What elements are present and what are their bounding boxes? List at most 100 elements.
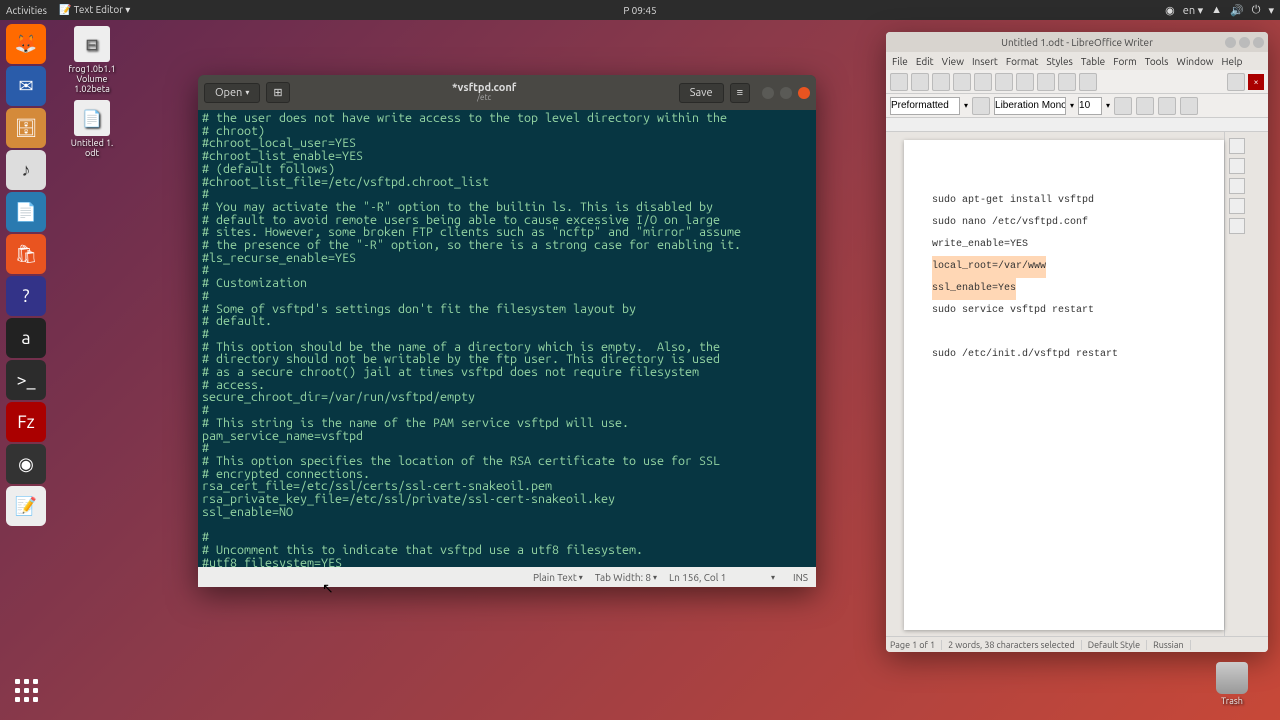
menu-format[interactable]: Format — [1006, 56, 1039, 67]
insert-mode[interactable] — [771, 573, 781, 582]
clock[interactable]: P 09:45 — [623, 5, 656, 16]
activities-button[interactable]: Activities — [6, 5, 47, 16]
usb-icon: ⊟ — [74, 26, 110, 62]
menu-tools[interactable]: Tools — [1145, 56, 1169, 67]
lo-titlebar: Untitled 1.odt - LibreOffice Writer — [886, 32, 1268, 52]
copy-icon[interactable] — [1016, 73, 1034, 91]
menu-styles[interactable]: Styles — [1046, 56, 1072, 67]
doc-line: sudo service vsftpd restart — [932, 300, 1208, 322]
launcher-firefox[interactable]: 🦊 — [6, 24, 46, 64]
maximize-button[interactable] — [780, 87, 792, 99]
launcher-writer[interactable]: 📄 — [6, 192, 46, 232]
save-icon[interactable] — [932, 73, 950, 91]
app-menu[interactable]: 📝 Text Editor ▾ — [59, 4, 130, 16]
font-name-select[interactable] — [994, 97, 1066, 115]
launcher-amazon[interactable]: a — [6, 318, 46, 358]
launcher-terminal[interactable]: >_ — [6, 360, 46, 400]
launcher-files[interactable]: 🗄 — [6, 108, 46, 148]
system-menu-icon[interactable]: ▾ — [1268, 4, 1274, 17]
italic-icon[interactable] — [1136, 97, 1154, 115]
strike-icon[interactable] — [1180, 97, 1198, 115]
print-icon[interactable] — [974, 73, 992, 91]
page-style[interactable]: Default Style — [1088, 640, 1147, 650]
new-tab-button[interactable]: ⊞ — [266, 82, 289, 103]
save-button[interactable]: Save — [679, 83, 724, 103]
lo-menubar[interactable]: File Edit View Insert Format Styles Table Form T… — [886, 52, 1268, 70]
launcher-obs[interactable]: ◉ — [6, 444, 46, 484]
new-icon[interactable] — [890, 73, 908, 91]
close-button[interactable] — [798, 87, 810, 99]
lo-statusbar: Page 1 of 1 2 words, 38 characters selec… — [886, 636, 1268, 652]
bold-icon[interactable] — [1114, 97, 1132, 115]
obs-indicator-icon[interactable]: ◉ — [1165, 4, 1175, 17]
syntax-selector[interactable]: Plain Text — [533, 572, 583, 583]
cut-icon[interactable] — [995, 73, 1013, 91]
trash-icon[interactable]: Trash — [1216, 662, 1248, 706]
gedit-headerbar: Open ▾ ⊞ *vsftpd.conf /etc Save ≡ — [198, 75, 816, 110]
find-icon[interactable] — [1227, 73, 1245, 91]
lo-toolbar: × — [886, 70, 1268, 94]
lo-maximize-button[interactable] — [1239, 37, 1250, 48]
minimize-button[interactable] — [762, 87, 774, 99]
launcher-software[interactable]: 🛍 — [6, 234, 46, 274]
sidebar-gallery-icon[interactable] — [1229, 178, 1245, 194]
launcher-help[interactable]: ? — [6, 276, 46, 316]
desktop-icon-usb[interactable]: ⊟ frog1.0b1.1 Volume 1.02beta — [62, 26, 122, 94]
lo-close-button[interactable] — [1253, 37, 1264, 48]
volume-icon[interactable]: 🔊 — [1230, 4, 1244, 17]
doc-line: write_enable=YES — [932, 234, 1208, 256]
export-icon[interactable] — [953, 73, 971, 91]
update-style-icon[interactable] — [972, 97, 990, 115]
sidebar-styles-icon[interactable] — [1229, 158, 1245, 174]
language-indicator[interactable]: en ▾ — [1183, 4, 1203, 17]
menu-view[interactable]: View — [942, 56, 964, 67]
sidebar-navigator-icon[interactable] — [1229, 198, 1245, 214]
menu-insert[interactable]: Insert — [972, 56, 998, 67]
launcher-filezilla[interactable]: Fz — [6, 402, 46, 442]
open-icon[interactable] — [911, 73, 929, 91]
page-count: Page 1 of 1 — [890, 640, 942, 650]
gedit-window: Open ▾ ⊞ *vsftpd.conf /etc Save ≡ # the … — [198, 75, 816, 587]
launcher-thunderbird[interactable]: ✉ — [6, 66, 46, 106]
network-icon[interactable]: ▲ — [1211, 4, 1222, 16]
menu-table[interactable]: Table — [1081, 56, 1105, 67]
doc-line — [932, 322, 1208, 344]
tab-width-selector[interactable]: Tab Width: 8 — [595, 572, 657, 583]
desktop-icon-document[interactable]: 📄 Untitled 1. odt — [62, 100, 122, 158]
editor-textarea[interactable]: # the user does not have write access to… — [198, 110, 816, 567]
ruler[interactable] — [886, 118, 1268, 132]
undo-icon[interactable] — [1058, 73, 1076, 91]
power-icon[interactable]: ⏻ — [1252, 4, 1261, 17]
launcher-gedit[interactable]: 📝 — [6, 486, 46, 526]
cursor-position: Ln 156, Col 1 — [669, 572, 759, 583]
menu-edit[interactable]: Edit — [916, 56, 934, 67]
paste-icon[interactable] — [1037, 73, 1055, 91]
libreoffice-window: Untitled 1.odt - LibreOffice Writer File… — [886, 32, 1268, 652]
hamburger-menu-button[interactable]: ≡ — [730, 83, 750, 103]
menu-form[interactable]: Form — [1113, 56, 1137, 67]
document-page[interactable]: sudo apt-get install vsftpdsudo nano /et… — [904, 140, 1224, 630]
sidebar-page-icon[interactable] — [1229, 218, 1245, 234]
mouse-cursor: ↖ — [322, 580, 334, 597]
launcher: 🦊 ✉ 🗄 ♪ 📄 🛍 ? a >_ Fz ◉ 📝 — [0, 20, 52, 720]
show-applications-button[interactable] — [6, 670, 46, 710]
menu-window[interactable]: Window — [1177, 56, 1214, 67]
doc-line: local_root=/var/www — [932, 256, 1208, 278]
lo-minimize-button[interactable] — [1225, 37, 1236, 48]
underline-icon[interactable] — [1158, 97, 1176, 115]
doc-line: ssl_enable=Yes — [932, 278, 1208, 300]
language[interactable]: Russian — [1153, 640, 1191, 650]
redo-icon[interactable] — [1079, 73, 1097, 91]
menu-file[interactable]: File — [892, 56, 908, 67]
open-button[interactable]: Open ▾ — [204, 83, 260, 103]
gedit-subtitle: /etc — [296, 94, 673, 103]
insert-indicator: INS — [793, 572, 808, 583]
close-doc-icon[interactable]: × — [1248, 74, 1264, 90]
paragraph-style-select[interactable] — [890, 97, 960, 115]
sidebar — [1224, 132, 1248, 636]
menu-help[interactable]: Help — [1222, 56, 1243, 67]
launcher-rhythmbox[interactable]: ♪ — [6, 150, 46, 190]
font-size-select[interactable] — [1078, 97, 1102, 115]
doc-line: sudo apt-get install vsftpd — [932, 190, 1208, 212]
sidebar-properties-icon[interactable] — [1229, 138, 1245, 154]
